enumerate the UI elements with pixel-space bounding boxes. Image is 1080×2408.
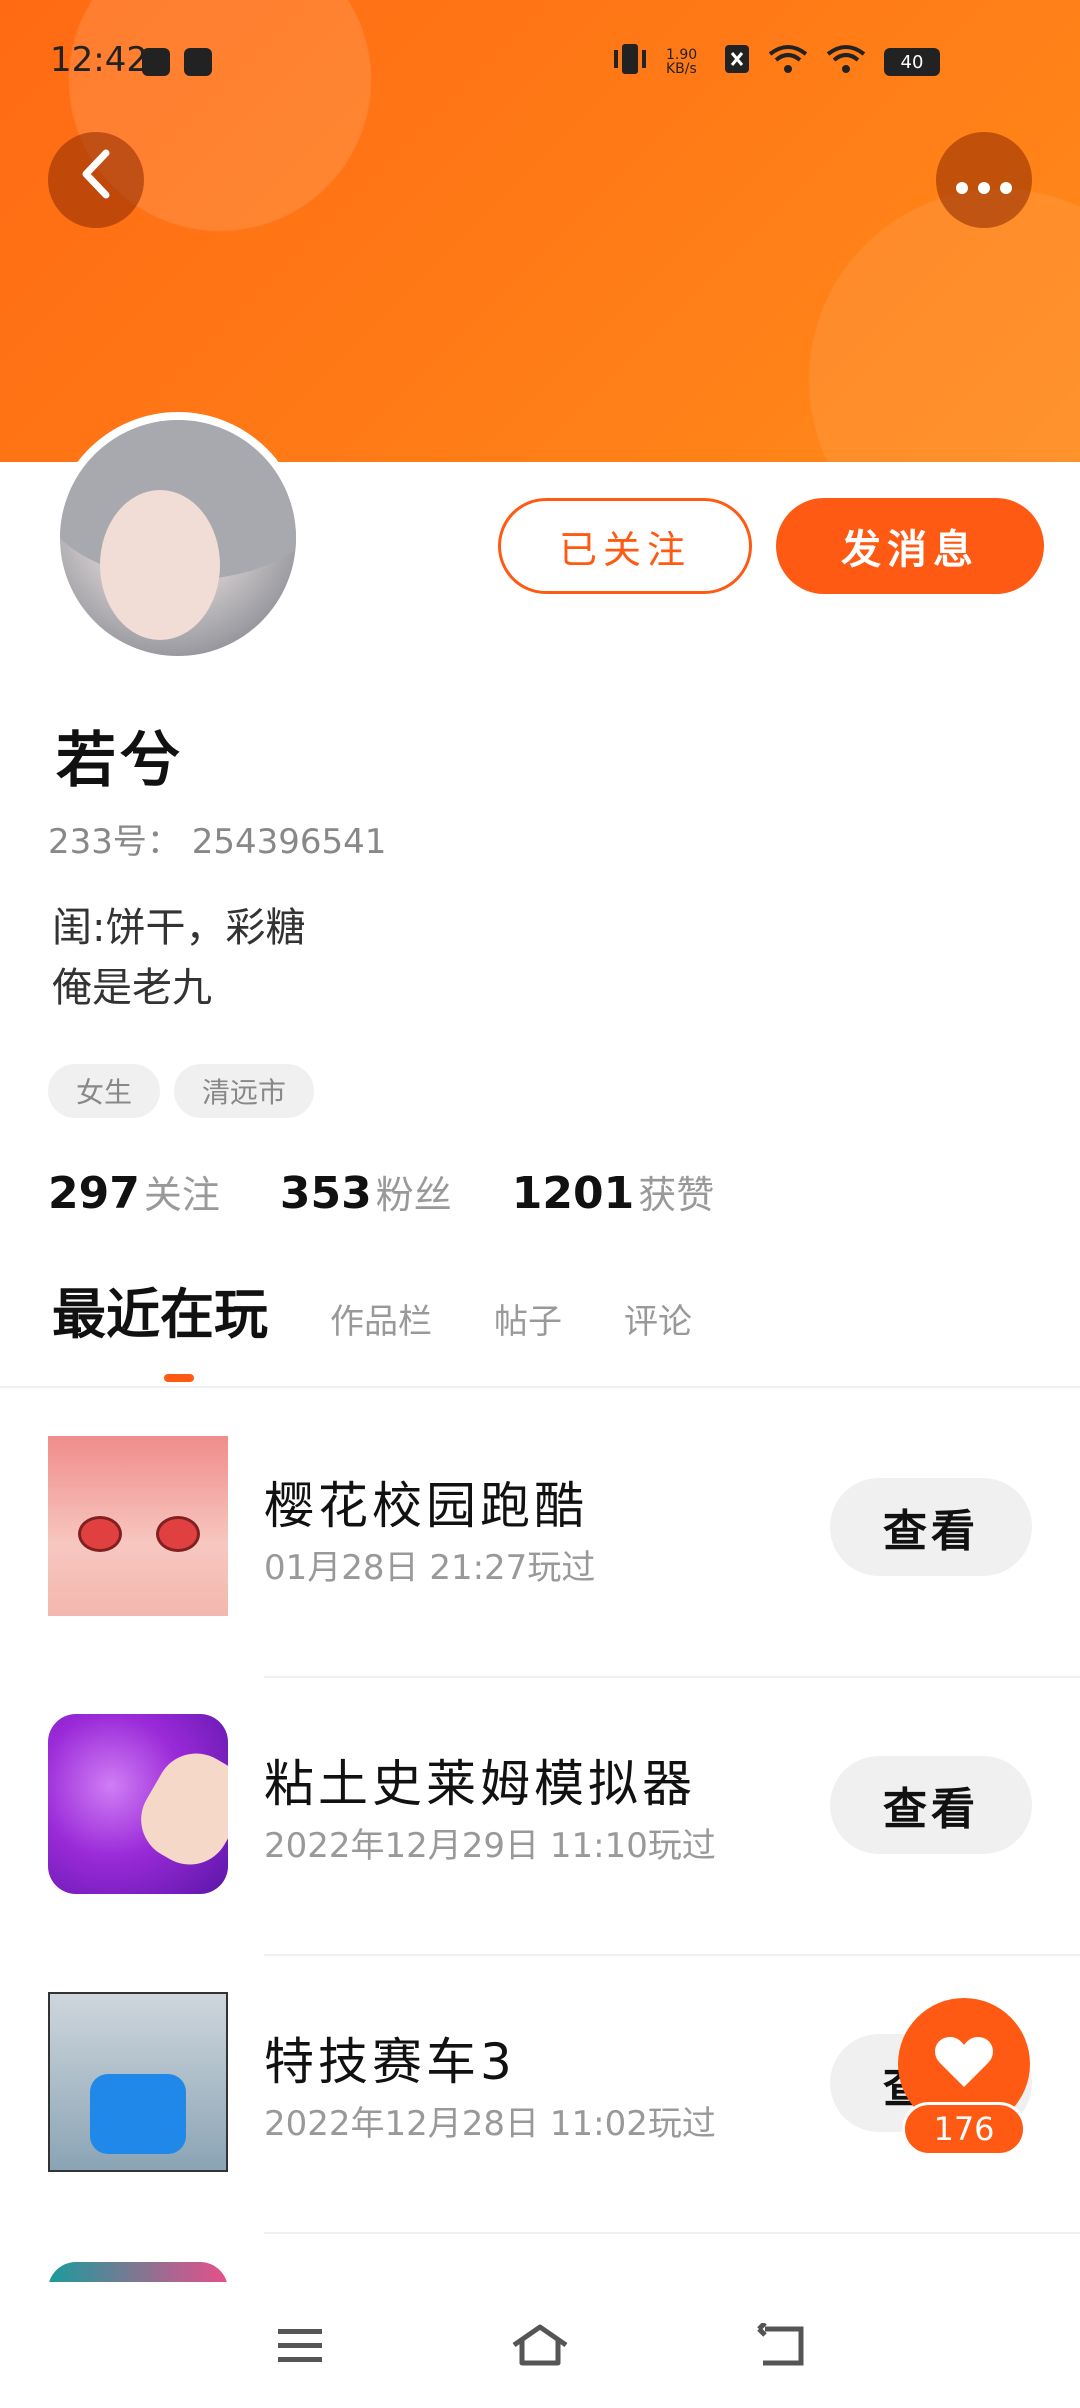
home-icon [510, 2323, 570, 2371]
view-button[interactable]: 查看 [830, 1756, 1032, 1854]
profile-id: 233号： 254396541 [48, 822, 387, 862]
slime-game-icon [48, 1714, 228, 1894]
profile-tabs: 最近在玩 作品栏 帖子 评论 [52, 1270, 754, 1349]
racing-game-icon [48, 1992, 228, 2172]
notification-icon [142, 48, 170, 76]
sakura-game-icon [48, 1436, 228, 1616]
system-nav-bar [0, 2282, 1080, 2408]
view-button[interactable]: 查看 [830, 1478, 1032, 1576]
sim-icon [724, 44, 750, 80]
tab-posts[interactable]: 帖子 [494, 1294, 562, 1343]
vibrate-icon [612, 42, 648, 82]
stat-followers[interactable]: 353 粉丝 [280, 1164, 452, 1219]
more-options-button[interactable] [936, 132, 1032, 228]
game-played-time: 2022年12月29日 11:10玩过 [264, 1826, 716, 1866]
like-count: 176 [902, 2102, 1026, 2156]
menu-icon [276, 2325, 324, 2369]
tag-city: 清远市 [174, 1064, 315, 1118]
game-played-time: 01月28日 21:27玩过 [264, 1548, 596, 1588]
wifi-icon [768, 44, 808, 80]
stat-likes: 1201 获赞 [511, 1168, 715, 1219]
game-played-time: 2022年12月28日 11:02玩过 [264, 2104, 716, 2144]
back-nav-button[interactable] [740, 2312, 820, 2382]
game-title: 粘土史莱姆模拟器 [264, 1755, 696, 1813]
followed-button[interactable]: 已关注 [498, 498, 752, 594]
send-message-button[interactable]: 发消息 [776, 498, 1044, 594]
tag-gender: 女生 [48, 1064, 161, 1118]
more-dots-icon [954, 153, 1014, 207]
tab-comments[interactable]: 评论 [624, 1294, 692, 1343]
tab-recently-played[interactable]: 最近在玩 [52, 1270, 268, 1349]
back-button[interactable] [48, 132, 144, 228]
avatar[interactable] [52, 412, 304, 664]
game-list: 樱花校园跑酷 01月28日 21:27玩过 查看 粘土史莱姆模拟器 2022年1… [0, 1400, 1080, 2294]
list-item[interactable]: 粘土史莱姆模拟器 2022年12月29日 11:10玩过 查看 [0, 1678, 1080, 1956]
profile-tags: 女生 清远市 [48, 1064, 315, 1118]
notification-icon [184, 48, 212, 76]
profile-stats: 297 关注 353 粉丝 1201 获赞 [48, 1164, 714, 1219]
battery-icon: 40 [884, 48, 940, 76]
game-title: 樱花校园跑酷 [264, 1477, 588, 1535]
list-item[interactable]: 樱花校园跑酷 01月28日 21:27玩过 查看 [0, 1400, 1080, 1678]
return-icon [755, 2321, 805, 2371]
tab-works[interactable]: 作品栏 [330, 1294, 432, 1343]
game-title: 特技赛车3 [264, 2033, 516, 2091]
profile-name: 若兮 [56, 726, 184, 796]
profile-bio: 闺:饼干，彩糖 俺是老九 [52, 898, 305, 1018]
divider [0, 1386, 1080, 1388]
stat-following[interactable]: 297 关注 [48, 1164, 220, 1219]
bio-line: 俺是老九 [52, 965, 212, 1011]
home-button[interactable] [500, 2312, 580, 2382]
chevron-left-icon [76, 149, 116, 212]
tab-indicator [164, 1374, 194, 1382]
wifi-icon [826, 44, 866, 80]
bio-line: 闺:饼干，彩糖 [52, 905, 306, 951]
menu-button[interactable] [260, 2312, 340, 2382]
status-time: 12:42 [50, 40, 148, 80]
heart-icon [934, 2035, 994, 2093]
status-bar: 12:42 1.90 KB/s 40 [0, 0, 1080, 120]
net-speed: 1.90 KB/s [666, 47, 698, 77]
